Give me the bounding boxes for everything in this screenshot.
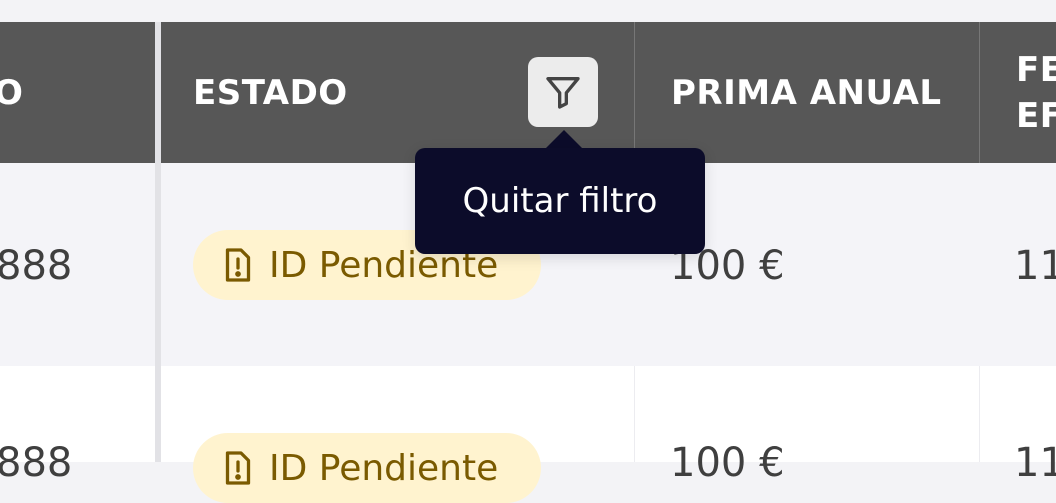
header-label-number: O <box>0 72 24 113</box>
row-divider <box>979 366 980 462</box>
document-alert-icon <box>225 451 251 485</box>
sticky-column-separator <box>155 22 161 462</box>
filter-button[interactable] <box>528 57 598 127</box>
cell-number: 888 <box>0 243 73 289</box>
cell-fecha: 11/ <box>1014 243 1056 289</box>
tooltip: Quitar filtro <box>415 148 705 254</box>
document-alert-icon <box>225 248 251 282</box>
header-cell-fecha: FE EF <box>980 22 1056 163</box>
tooltip-text: Quitar filtro <box>462 181 658 221</box>
header-label-fecha-2: EF <box>1016 95 1056 136</box>
row-divider <box>634 366 635 462</box>
tooltip-arrow <box>546 130 582 148</box>
cell-fecha: 11/ <box>1014 440 1056 486</box>
status-badge: ID Pendiente <box>193 433 541 503</box>
filter-icon <box>546 77 580 109</box>
cell-prima: 100 € <box>670 440 785 486</box>
header-label-prima: PRIMA ANUAL <box>671 72 942 113</box>
header-label-estado: ESTADO <box>193 72 348 113</box>
header-cell-prima: PRIMA ANUAL <box>635 22 979 163</box>
header-cell-number: O <box>0 22 155 163</box>
header-label-fecha-1: FE <box>1016 49 1056 90</box>
status-badge-text: ID Pendiente <box>269 447 499 489</box>
cell-number: 888 <box>0 440 73 486</box>
